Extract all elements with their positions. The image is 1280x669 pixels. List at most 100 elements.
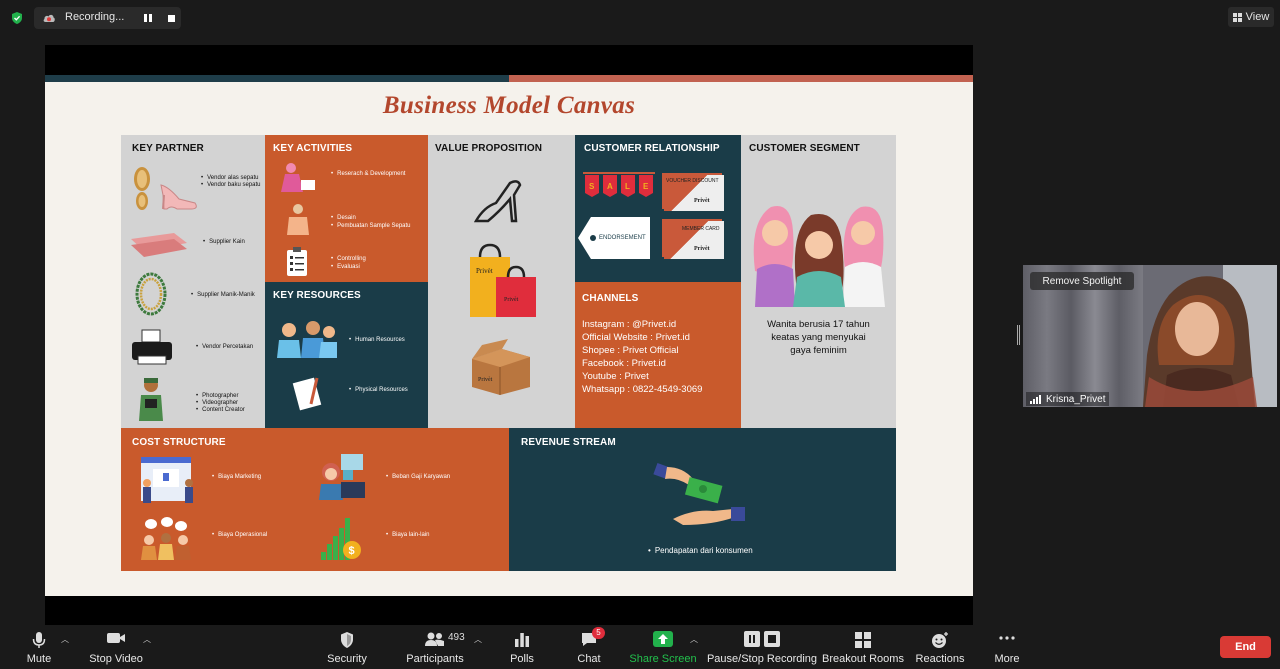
channel-whatsapp: Whatsapp : 0822-4549-3069 (582, 384, 703, 395)
participants-icon (425, 632, 444, 646)
cost-item-salary: Beban Gaji Karyawan (386, 474, 450, 482)
participants-options-chevron-icon[interactable]: ︿ (474, 634, 482, 645)
key-partner-item-1b: Vendor baku sepatu (201, 182, 260, 190)
participant-name: Krisna_Privet (1046, 393, 1106, 405)
security-shield-icon (341, 632, 353, 648)
breakout-rooms-button[interactable]: Breakout Rooms (822, 629, 904, 667)
customer-segment-description: Wanita berusia 17 tahun keatas yang meny… (741, 318, 896, 357)
key-activities-box: KEY ACTIVITIES Reserach & Development De… (265, 135, 428, 282)
remove-spotlight-button[interactable]: Remove Spotlight (1030, 272, 1134, 290)
polls-bar-chart-icon (515, 633, 529, 647)
mute-button[interactable]: Mute (20, 629, 58, 667)
channel-website: Official Website : Privet.id (582, 332, 690, 343)
participants-button[interactable]: 493 Participants (404, 629, 466, 667)
chat-button[interactable]: 5 Chat (574, 627, 605, 667)
participants-label: Participants (406, 653, 464, 665)
value-proposition-box: VALUE PROPOSITION Privèt Privèt Privèt (428, 135, 575, 428)
cost-structure-title: COST STRUCTURE (132, 437, 226, 448)
channels-box: CHANNELS Instagram : @Privet.id Official… (575, 282, 741, 428)
video-options-chevron-icon[interactable]: ︿ (143, 634, 151, 645)
designer-icon (287, 204, 309, 235)
reactions-label: Reactions (915, 653, 965, 665)
slide-title: Business Model Canvas (382, 92, 636, 119)
mute-options-chevron-icon[interactable]: ︿ (61, 634, 69, 645)
growth-money-icon: $ (321, 518, 361, 560)
view-button[interactable]: View (1228, 7, 1274, 27)
revenue-item: Pendapatan dari konsumen (648, 546, 753, 555)
stop-video-label: Stop Video (89, 653, 143, 665)
sale-letter-l: L (625, 182, 630, 191)
key-activities-item-3b: Evaluasi (331, 264, 360, 272)
pause-stop-recording-icon (744, 631, 780, 647)
end-meeting-button[interactable]: End (1220, 636, 1271, 658)
shopping-bags-icon: Privèt Privèt (470, 243, 536, 317)
grid-view-icon (1232, 12, 1242, 22)
polls-label: Polls (510, 653, 534, 665)
employee-desk-icon (319, 454, 365, 500)
high-heel-icon (474, 180, 522, 223)
breakout-rooms-label: Breakout Rooms (822, 653, 904, 665)
share-screen-button[interactable]: Share Screen (629, 629, 697, 667)
shoe-sole-icon (134, 167, 197, 210)
recording-label: Recording... (65, 11, 125, 23)
stop-video-button[interactable]: Stop Video (86, 629, 146, 667)
view-label: View (1245, 11, 1270, 23)
key-resources-box: KEY RESOURCES Human Resources Physical R… (265, 282, 428, 428)
key-resources-item-1: Human Resources (349, 337, 405, 345)
key-activities-item-3a: Controlling (331, 256, 366, 264)
key-resources-item-2: Physical Resources (349, 387, 408, 395)
product-box-icon: Privèt (472, 339, 530, 395)
key-partner-item-3: Supplier Manik-Manik (191, 292, 255, 300)
share-screen-label: Share Screen (629, 653, 697, 665)
cost-item-operational: Biaya Operasional (212, 532, 267, 540)
member-card-icon: MEMBER CARD Privèt (662, 219, 724, 259)
voucher-label: VOUCHER DISCOUNT (666, 178, 719, 184)
customer-segment-box: CUSTOMER SEGMENT Wanita berusia 17 tahun… (741, 135, 896, 428)
participant-name-tag: Krisna_Privet (1026, 392, 1110, 406)
security-shield-icon[interactable] (10, 11, 24, 25)
pause-stop-recording-button[interactable]: Pause/Stop Recording (707, 629, 817, 667)
member-card-label: MEMBER CARD (682, 226, 720, 232)
slide-stripe-teal (45, 75, 509, 82)
reactions-button[interactable]: Reactions (915, 629, 965, 667)
sale-letter-s: S (589, 182, 595, 191)
team-people-icon (277, 321, 337, 358)
beads-necklace-icon (135, 272, 167, 316)
key-activities-item-2b: Pembuatan Sample Sepatu (331, 223, 410, 231)
signal-strength-icon (1030, 394, 1041, 404)
endorsement-label: ENDORSEMENT (599, 235, 646, 241)
sale-letter-a: A (607, 182, 613, 191)
key-partner-title: KEY PARTNER (132, 143, 204, 154)
share-screen-arrow-icon (653, 631, 673, 647)
key-partner-box: KEY PARTNER Vendor alas sepatu Vendor ba… (121, 135, 265, 428)
clipboard-checklist-icon (287, 247, 307, 276)
key-activities-item-2a: Desain (331, 215, 356, 223)
voucher-card-icon: VOUCHER DISCOUNT Privèt (662, 173, 724, 211)
stop-recording-icon[interactable] (164, 11, 178, 25)
segment-line-3: gaya feminim (790, 345, 847, 356)
share-options-chevron-icon[interactable]: ︿ (690, 634, 698, 645)
security-button[interactable]: Security (326, 629, 368, 667)
money-hands-icon (653, 462, 745, 525)
fabric-icon (131, 233, 187, 257)
revenue-stream-box: REVENUE STREAM Pendapatan dari konsumen (509, 428, 896, 571)
customer-relationship-box: CUSTOMER RELATIONSHIP S A L E VOUCHER DI… (575, 135, 741, 282)
cost-item-marketing: Biaya Marketing (212, 474, 261, 482)
endorsement-tag-icon: ENDORSEMENT (578, 217, 650, 259)
pause-recording-icon[interactable] (140, 11, 156, 25)
marketing-screen-icon (141, 457, 193, 503)
polls-button[interactable]: Polls (508, 629, 536, 667)
printer-icon (132, 329, 172, 365)
panel-resize-handle[interactable] (1017, 325, 1020, 345)
cost-structure-box: COST STRUCTURE Biaya Marketing Beban Gaj… (121, 428, 509, 571)
more-button[interactable]: More (990, 629, 1024, 667)
customer-relationship-title: CUSTOMER RELATIONSHIP (584, 143, 720, 154)
customer-segment-title: CUSTOMER SEGMENT (749, 143, 860, 154)
reactions-smiley-icon (932, 632, 948, 648)
video-camera-icon (107, 633, 125, 643)
bag-brand-label-2: Privèt (504, 297, 519, 303)
bag-brand-label: Privèt (476, 267, 493, 275)
more-ellipsis-icon (999, 636, 1015, 640)
slide-stripe-coral (509, 75, 973, 82)
member-card-brand: Privèt (694, 246, 710, 252)
